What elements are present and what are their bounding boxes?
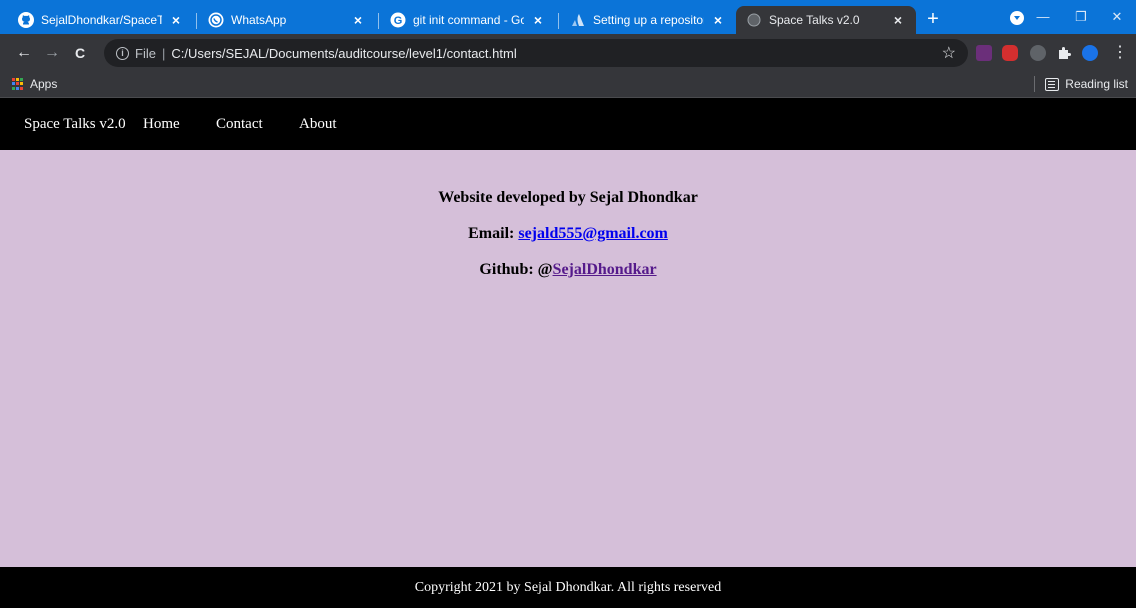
nav-link-about[interactable]: About [299,116,337,133]
github-label: Github: @ [479,261,553,278]
minimize-button[interactable]: — [1028,6,1058,28]
tab-title: WhatsApp [231,13,287,27]
email-label: Email: [468,225,519,242]
close-icon[interactable]: × [710,12,726,28]
svg-text:G: G [394,15,403,27]
divider [1034,76,1036,92]
reading-list-label: Reading list [1065,77,1128,91]
extension-icon[interactable] [976,45,992,61]
restore-button[interactable]: ❐ [1066,6,1096,28]
tab-separator [378,13,379,29]
tab-whatsapp[interactable]: WhatsApp × [198,6,376,34]
tab-github[interactable]: SejalDhondkar/SpaceTalks × [8,6,194,34]
contact-section: Website developed by Sejal Dhondkar Emai… [0,189,1136,297]
extension-icon[interactable] [1030,45,1046,61]
close-icon[interactable]: × [350,12,366,28]
browser-toolbar: ← → C i File | C:/Users/SEJAL/Documents/… [0,34,1136,72]
forward-button[interactable]: → [42,43,62,63]
copyright-text: Copyright 2021 by Sejal Dhondkar. All ri… [414,580,722,595]
bookmark-star-icon[interactable]: ☆ [942,43,956,63]
site-brand[interactable]: Space Talks v2.0 [24,116,126,133]
whatsapp-icon [208,12,224,28]
info-icon[interactable]: i [116,46,129,60]
apps-shortcut[interactable]: Apps [12,77,57,91]
github-link[interactable]: SejalDhondkar [553,261,657,278]
tab-title: Space Talks v2.0 [769,13,860,27]
close-icon[interactable]: × [530,12,546,28]
tab-atlassian[interactable]: Setting up a repository | A × [560,6,736,34]
reload-button[interactable]: C [70,43,90,63]
back-button[interactable]: ← [14,43,34,63]
page-viewport: Space Talks v2.0 Home Contact About Webs… [0,99,1136,608]
tab-search-icon[interactable] [1010,11,1024,25]
menu-icon[interactable]: ⋮ [1110,43,1130,63]
tab-title: SejalDhondkar/SpaceTalks [41,13,162,27]
tab-google[interactable]: G git init command - Google × [380,6,556,34]
reading-list-icon [1045,77,1060,91]
close-icon[interactable]: × [890,12,906,28]
tab-title: git init command - Google [413,13,524,27]
url-separator: | [161,45,166,61]
google-icon: G [390,12,406,28]
profile-avatar[interactable] [1082,45,1098,61]
github-line: Github: @SejalDhondkar [0,261,1136,297]
nav-link-contact[interactable]: Contact [216,116,263,133]
url-text[interactable]: C:/Users/SEJAL/Documents/auditcourse/lev… [171,46,516,61]
close-icon[interactable]: × [168,12,184,28]
new-tab-button[interactable]: + [922,9,944,31]
url-scheme: File [135,45,156,61]
atlassian-icon [570,12,586,28]
apps-label: Apps [30,77,58,91]
github-icon [18,12,34,28]
tab-strip: SejalDhondkar/SpaceTalks × WhatsApp × G … [0,0,1136,34]
globe-icon [746,12,762,28]
close-window-button[interactable]: ✕ [1102,6,1132,28]
extension-icon[interactable] [1002,45,1018,61]
email-link[interactable]: sejald555@gmail.com [518,225,668,242]
nav-link-home[interactable]: Home [143,116,180,133]
bookmarks-bar: Apps Reading list [0,72,1136,98]
puzzle-icon[interactable] [1056,45,1072,61]
email-line: Email: sejald555@gmail.com [0,225,1136,261]
developer-line: Website developed by Sejal Dhondkar [438,189,698,206]
tab-space-talks[interactable]: Space Talks v2.0 × [736,6,916,34]
tab-separator [558,13,559,29]
reading-list-button[interactable]: Reading list [1034,76,1128,92]
tab-title: Setting up a repository | A [593,13,704,27]
site-navbar: Space Talks v2.0 Home Contact About [0,99,1136,150]
apps-grid-icon [12,78,24,90]
site-footer: Copyright 2021 by Sejal Dhondkar. All ri… [0,567,1136,608]
tab-separator [196,13,197,29]
address-bar[interactable]: i File | C:/Users/SEJAL/Documents/auditc… [104,39,968,67]
